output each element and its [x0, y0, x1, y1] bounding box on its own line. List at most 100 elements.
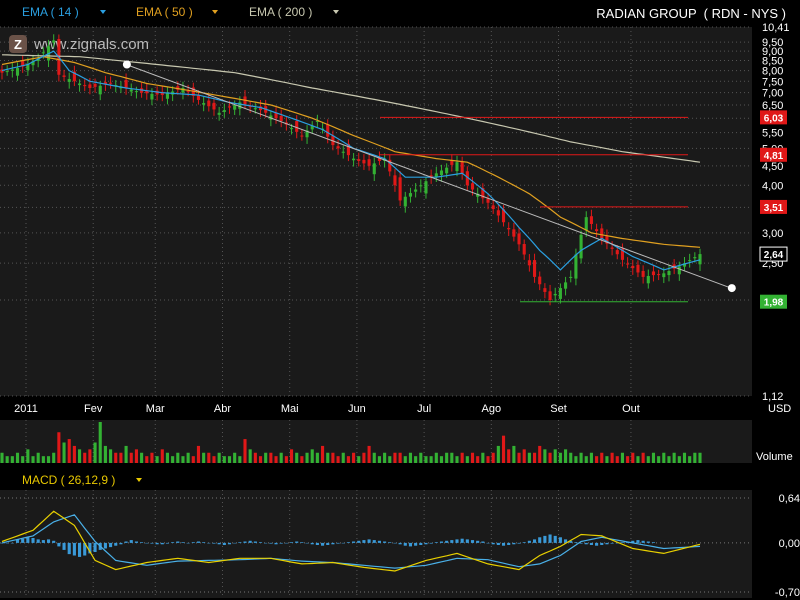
macd-histogram-bar	[46, 539, 51, 543]
macd-histogram-bar	[78, 542, 82, 557]
candle-body	[496, 210, 500, 216]
volume-bar	[269, 452, 273, 463]
candle-body	[326, 124, 330, 137]
volume-bar	[36, 452, 40, 463]
volume-bar	[0, 452, 4, 463]
candle-body	[460, 161, 464, 174]
volume-bar	[584, 456, 588, 463]
candle-body	[196, 95, 201, 100]
macd-histogram-bar	[134, 541, 138, 543]
ema50-dropdown-icon[interactable]	[212, 10, 218, 14]
candle-body	[636, 264, 640, 273]
macd-histogram-bar	[238, 542, 242, 543]
macd-histogram-bar	[67, 542, 71, 555]
macd-histogram-bar	[620, 542, 624, 543]
volume-bar	[83, 452, 87, 463]
macd-histogram-bar	[269, 542, 273, 544]
macd-histogram-bar	[398, 542, 402, 545]
candle-body	[398, 177, 402, 201]
macd-toggle[interactable]: MACD ( 26,12,9 )	[22, 473, 142, 487]
candle-body	[455, 162, 459, 172]
volume-bar	[253, 452, 257, 463]
ema14-label[interactable]: EMA ( 14 )	[22, 5, 79, 19]
candle-body	[439, 170, 444, 176]
candle-body	[667, 271, 671, 276]
trend-line-handle[interactable]	[727, 284, 736, 293]
candle-body	[222, 110, 226, 112]
candle-body	[491, 205, 495, 209]
volume-bar	[186, 452, 190, 463]
candle-body	[217, 112, 221, 115]
candle-body	[202, 103, 206, 105]
candle-body	[15, 68, 20, 76]
volume-bar	[331, 452, 335, 463]
ema200-toggle[interactable]: EMA ( 200 )	[249, 5, 339, 19]
macd-histogram-bar	[222, 542, 226, 545]
volume-bar	[501, 435, 506, 463]
candle-body	[543, 288, 547, 292]
ema50-label[interactable]: EMA ( 50 )	[136, 5, 193, 19]
ema50-toggle[interactable]: EMA ( 50 )	[136, 5, 218, 19]
volume-bar	[274, 456, 278, 463]
candle-body	[150, 93, 154, 100]
macd-histogram-bar	[341, 542, 345, 544]
macd-histogram-bar	[403, 542, 407, 546]
macd-histogram-bar	[295, 541, 299, 543]
volume-bar	[129, 452, 133, 463]
volume-bar	[429, 456, 433, 463]
volume-bar	[491, 452, 495, 463]
volume-bar	[21, 456, 25, 463]
candle-body	[626, 263, 630, 265]
volume-bar	[279, 452, 283, 463]
macd-histogram-bar	[393, 542, 397, 544]
level-tag-value: 3,51	[764, 203, 784, 214]
volume-bar	[579, 452, 583, 463]
time-tick-label: 2011	[14, 403, 38, 415]
macd-tick-label: 0,00	[779, 538, 800, 550]
volume-bar	[67, 439, 71, 463]
volume-bar	[641, 452, 645, 463]
volume-bar	[532, 452, 537, 463]
volume-bar	[419, 452, 423, 463]
volume-bar	[450, 452, 454, 463]
candle-body	[93, 83, 97, 87]
volume-bar	[171, 456, 175, 463]
volume-bar	[119, 452, 123, 463]
candle-body	[109, 82, 113, 84]
volume-bar	[62, 442, 66, 463]
volume-bar	[196, 445, 201, 463]
macd-histogram-bar	[57, 542, 61, 547]
volume-bar	[615, 456, 619, 463]
volume-bar	[295, 452, 299, 463]
candle-body	[641, 270, 645, 277]
candle-body	[300, 135, 304, 137]
trend-line-handle[interactable]	[122, 60, 131, 69]
stock-chart[interactable]: EMA ( 14 ) EMA ( 50 ) EMA ( 200 ) RADIAN…	[0, 0, 800, 600]
volume-bar	[507, 449, 511, 463]
candle-body	[279, 115, 283, 121]
volume-bar	[646, 456, 650, 463]
candle-body	[579, 234, 583, 259]
volume-bar	[233, 452, 237, 463]
ema14-toggle[interactable]: EMA ( 14 )	[22, 5, 106, 19]
macd-histogram-bar	[305, 542, 309, 544]
macd-histogram-bar	[129, 540, 133, 543]
macd-histogram-bar	[491, 542, 495, 545]
price-panel[interactable]	[0, 27, 752, 396]
macd-histogram-bar	[258, 542, 263, 543]
macd-histogram-bar	[574, 542, 578, 543]
ema14-dropdown-icon[interactable]	[100, 10, 106, 14]
volume-bar	[321, 445, 325, 463]
macd-histogram-bar	[52, 540, 56, 543]
macd-histogram-bar	[553, 535, 557, 543]
volume-bar	[78, 449, 82, 463]
volume-bar	[486, 456, 490, 463]
candle-body	[445, 167, 449, 174]
ema200-dropdown-icon[interactable]	[333, 10, 339, 14]
ema200-label[interactable]: EMA ( 200 )	[249, 5, 312, 19]
macd-label[interactable]: MACD ( 26,12,9 )	[22, 473, 115, 487]
volume-bar	[667, 456, 671, 463]
macd-histogram-bar	[253, 541, 257, 543]
candle-body	[517, 233, 521, 245]
macd-dropdown-icon[interactable]	[136, 478, 142, 482]
